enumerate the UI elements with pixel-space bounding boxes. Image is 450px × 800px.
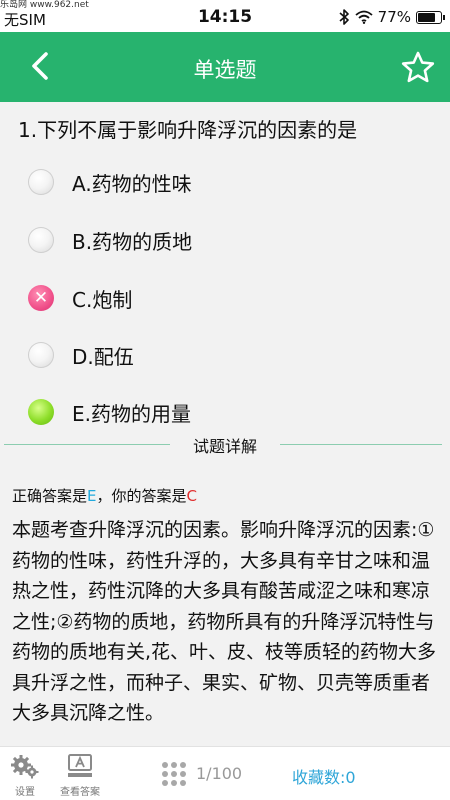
correct-answer-prefix: 正确答案是 (12, 487, 88, 505)
wifi-icon (355, 10, 373, 24)
answer-summary: 正确答案是E，你的答案是C (12, 485, 197, 506)
option-label: D.配伍 (72, 344, 134, 369)
radio-empty-icon (28, 342, 54, 368)
settings-button[interactable]: 设置 (10, 751, 40, 798)
answer-card-icon (68, 754, 92, 777)
top-navigation-bar: 单选题 (0, 32, 450, 102)
status-bar: 乐岛网 www.962.net 无SIM 14:15 77% (0, 0, 450, 32)
gear-icon (11, 755, 39, 779)
section-divider-right (280, 444, 442, 445)
bottom-toolbar: 设置 查看答案 1/100 收藏数:0 (0, 746, 450, 800)
radio-empty-icon (28, 227, 54, 253)
page-title: 单选题 (193, 58, 257, 82)
question-content: 1.下列不属于影响升降浮沉的因素的是 A.药物的性味 B.药物的质地 ✕ C.炮… (0, 102, 450, 746)
explanation-title: 试题详解 (192, 437, 257, 456)
analysis-text: 本题考查升降浮沉的因素。影响升降浮沉的因素:①药物的性味，药性升浮的，大多具有辛… (12, 519, 437, 724)
option-label: B.药物的质地 (72, 229, 193, 254)
option-d[interactable]: D.配伍 (28, 335, 134, 375)
option-c[interactable]: ✕ C.炮制 (28, 278, 132, 318)
view-answer-button[interactable]: 查看答案 (60, 751, 100, 798)
question-progress[interactable]: 1/100 (196, 764, 242, 783)
your-answer-value: C (186, 487, 198, 505)
battery-level-fill (418, 12, 435, 22)
question-text: 1.下列不属于影响升降浮沉的因素的是 (18, 118, 358, 142)
radio-empty-icon (28, 169, 54, 195)
correct-answer-value: E (87, 487, 97, 505)
status-right-group: 77% (339, 8, 445, 26)
battery-percent: 77% (377, 8, 411, 26)
favorites-count[interactable]: 收藏数:0 (292, 764, 356, 788)
wrong-answer-x-icon: ✕ (28, 285, 54, 311)
battery-icon (416, 10, 445, 24)
star-outline-icon[interactable] (400, 50, 436, 86)
option-b[interactable]: B.药物的质地 (28, 220, 192, 260)
settings-label: 设置 (15, 787, 35, 798)
option-label: A.药物的性味 (72, 171, 192, 196)
option-label: C.炮制 (72, 287, 133, 312)
view-answer-label: 查看答案 (60, 787, 100, 798)
option-a[interactable]: A.药物的性味 (28, 162, 192, 202)
your-answer-prefix: 你的答案是 (111, 487, 187, 505)
correct-answer-dot-icon (28, 399, 54, 425)
option-e[interactable]: E.药物的用量 (28, 392, 191, 432)
option-label: E.药物的用量 (72, 401, 191, 426)
bluetooth-icon (339, 9, 349, 25)
grid-dots-icon[interactable] (160, 760, 188, 788)
answer-separator: ， (96, 487, 112, 505)
